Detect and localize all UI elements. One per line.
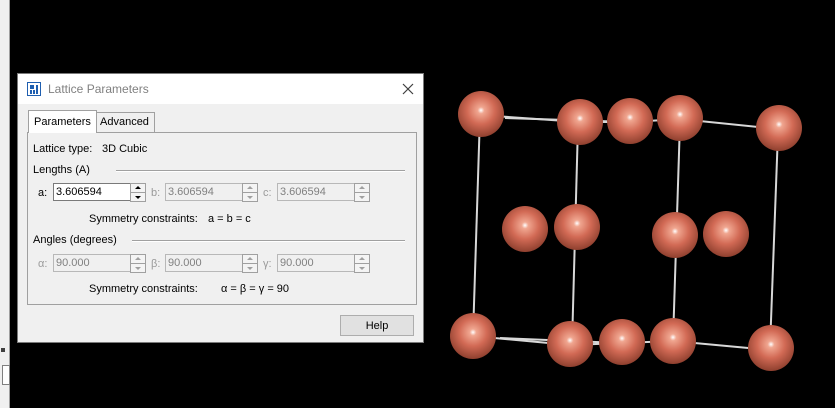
atom-2[interactable]: [557, 99, 603, 145]
angle-alpha-input[interactable]: [53, 254, 131, 272]
length-c-input[interactable]: [277, 183, 355, 201]
length-c-label: c:: [263, 187, 272, 199]
atom-10[interactable]: [450, 313, 496, 359]
lattice-parameters-dialog: Lattice Parameters Parameters Advanced L…: [17, 73, 424, 343]
lengths-heading: Lengths (A): [33, 164, 90, 176]
dialog-title: Lattice Parameters: [48, 82, 149, 96]
lattice-atoms: [450, 91, 802, 371]
atom-8[interactable]: [652, 212, 698, 258]
background-window-marker: [1, 348, 5, 352]
length-c-decrement[interactable]: [354, 192, 370, 202]
length-constraints-label: Symmetry constraints:: [89, 213, 198, 225]
tab-parameters[interactable]: Parameters: [28, 110, 97, 133]
angles-divider: [132, 240, 405, 242]
angle-gamma-label: γ:: [263, 258, 272, 270]
atom-9[interactable]: [703, 211, 749, 257]
length-a-input[interactable]: [53, 183, 131, 201]
angle-beta-input[interactable]: [165, 254, 243, 272]
parameters-panel: Lattice type: 3D Cubic Lengths (A) a: b:…: [27, 132, 417, 305]
length-a-decrement[interactable]: [130, 192, 146, 202]
angle-gamma-decrement[interactable]: [354, 263, 370, 273]
length-constraints-value: a = b = c: [208, 213, 251, 225]
background-window-edge: [0, 0, 10, 408]
angle-gamma-input[interactable]: [277, 254, 355, 272]
angles-heading: Angles (degrees): [33, 234, 117, 246]
bond-9: [769, 131, 779, 349]
lattice-type-label: Lattice type:: [33, 143, 93, 155]
atom-5[interactable]: [756, 105, 802, 151]
angle-beta-label: β:: [151, 258, 161, 270]
atom-3[interactable]: [607, 98, 653, 144]
dialog-titlebar[interactable]: Lattice Parameters: [18, 74, 423, 104]
atom-7[interactable]: [554, 204, 600, 250]
atom-13[interactable]: [650, 318, 696, 364]
help-button[interactable]: Help: [340, 315, 414, 336]
lattice-app-icon: [27, 82, 41, 96]
atom-4[interactable]: [657, 95, 703, 141]
lengths-divider: [116, 170, 405, 172]
length-b-decrement[interactable]: [242, 192, 258, 202]
lattice-type-value: 3D Cubic: [102, 143, 148, 155]
atom-6[interactable]: [502, 206, 548, 252]
atom-1[interactable]: [458, 91, 504, 137]
tab-advanced[interactable]: Advanced: [94, 112, 155, 132]
atom-14[interactable]: [748, 325, 794, 371]
crystal-viewer[interactable]: [423, 0, 835, 408]
length-b-label: b:: [151, 187, 161, 199]
angle-alpha-label: α:: [38, 258, 48, 270]
angle-constraints-value: α = β = γ = 90: [221, 283, 290, 295]
angle-beta-decrement[interactable]: [242, 263, 258, 273]
length-a-label: a:: [38, 187, 48, 199]
angle-alpha-decrement[interactable]: [130, 263, 146, 273]
atom-11[interactable]: [547, 321, 593, 367]
bond-6: [472, 114, 481, 337]
length-b-input[interactable]: [165, 183, 243, 201]
atom-12[interactable]: [599, 319, 645, 365]
background-window-control[interactable]: [2, 365, 10, 385]
close-icon[interactable]: [398, 79, 418, 99]
angle-constraints-label: Symmetry constraints:: [89, 283, 198, 295]
